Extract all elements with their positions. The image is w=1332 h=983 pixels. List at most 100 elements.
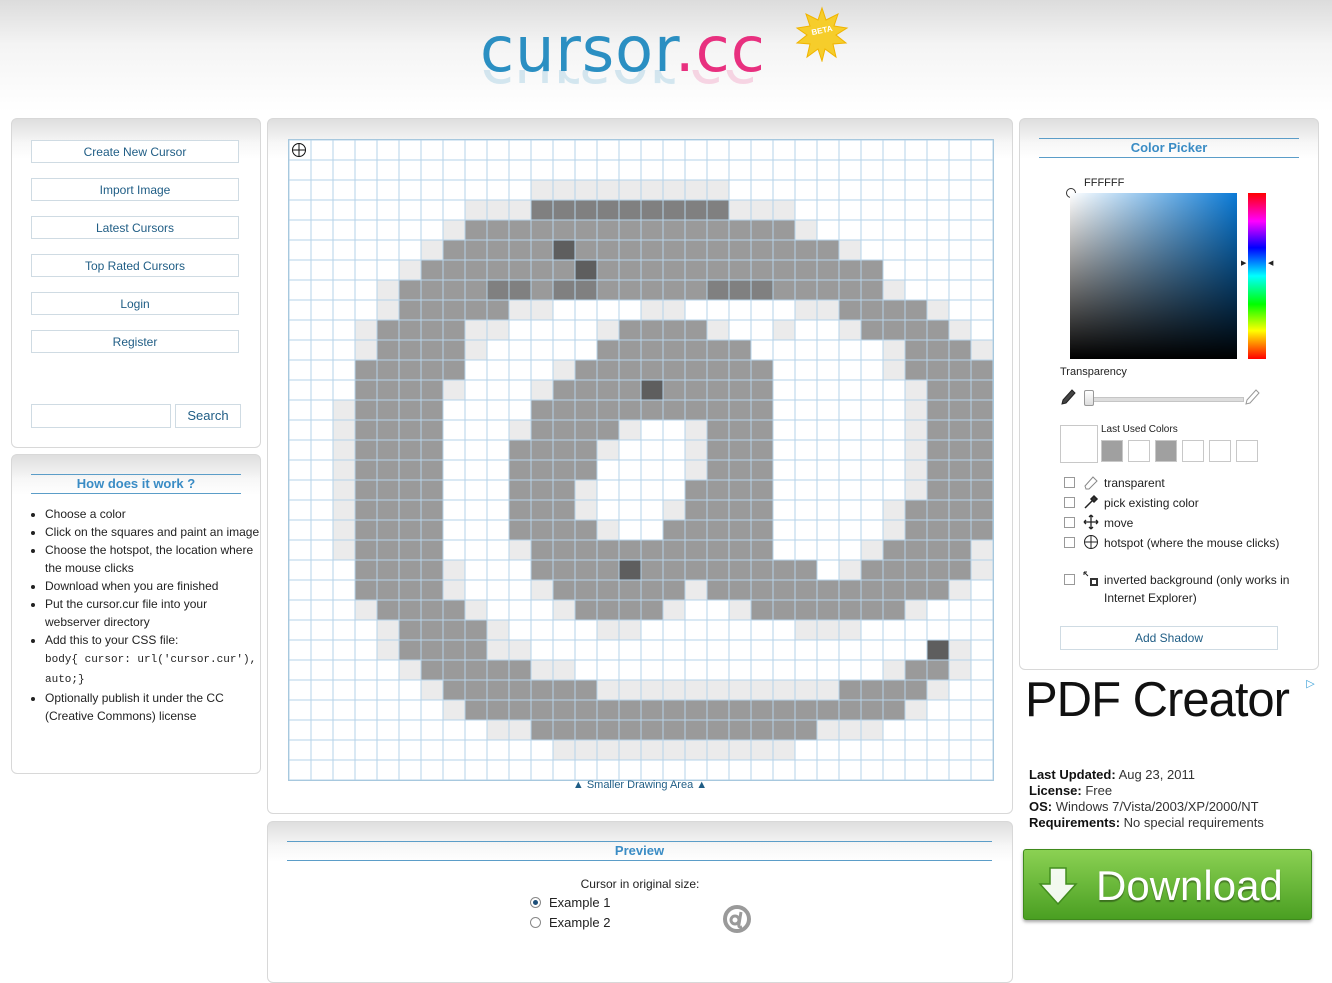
grid-cell[interactable] bbox=[926, 459, 950, 481]
grid-cell[interactable] bbox=[508, 199, 532, 221]
grid-cell[interactable] bbox=[860, 379, 884, 401]
grid-cell[interactable] bbox=[882, 159, 906, 181]
grid-cell[interactable] bbox=[398, 379, 422, 401]
grid-cell[interactable] bbox=[530, 299, 554, 321]
grid-cell[interactable] bbox=[486, 219, 510, 241]
grid-cell[interactable] bbox=[398, 339, 422, 361]
grid-cell[interactable] bbox=[508, 379, 532, 401]
grid-cell[interactable] bbox=[486, 319, 510, 341]
grid-cell[interactable] bbox=[552, 659, 576, 681]
grid-cell[interactable] bbox=[794, 259, 818, 281]
grid-cell[interactable] bbox=[640, 539, 664, 561]
grid-cell[interactable] bbox=[706, 339, 730, 361]
grid-cell[interactable] bbox=[486, 479, 510, 501]
grid-cell[interactable] bbox=[948, 579, 972, 601]
grid-cell[interactable] bbox=[750, 499, 774, 521]
grid-cell[interactable] bbox=[596, 459, 620, 481]
grid-cell[interactable] bbox=[684, 739, 708, 761]
grid-cell[interactable] bbox=[684, 259, 708, 281]
grid-cell[interactable] bbox=[354, 499, 378, 521]
grid-cell[interactable] bbox=[706, 319, 730, 341]
grid-cell[interactable] bbox=[882, 279, 906, 301]
grid-cell[interactable] bbox=[904, 179, 928, 201]
grid-cell[interactable] bbox=[354, 339, 378, 361]
grid-cell[interactable] bbox=[838, 639, 862, 661]
grid-cell[interactable] bbox=[376, 379, 400, 401]
grid-cell[interactable] bbox=[970, 619, 993, 641]
grid-cell[interactable] bbox=[904, 719, 928, 741]
grid-cell[interactable] bbox=[970, 579, 993, 601]
grid-cell[interactable] bbox=[706, 299, 730, 321]
grid-cell[interactable] bbox=[772, 319, 796, 341]
grid-cell[interactable] bbox=[816, 140, 840, 161]
grid-cell[interactable] bbox=[310, 479, 334, 501]
grid-cell[interactable] bbox=[684, 479, 708, 501]
grid-cell[interactable] bbox=[530, 419, 554, 441]
grid-cell[interactable] bbox=[816, 299, 840, 321]
grid-cell[interactable] bbox=[596, 719, 620, 741]
adchoices-icon[interactable]: ▷ bbox=[1304, 678, 1317, 691]
grid-cell[interactable] bbox=[772, 339, 796, 361]
example-2-radio[interactable] bbox=[530, 917, 541, 928]
grid-cell[interactable] bbox=[552, 299, 576, 321]
grid-cell[interactable] bbox=[684, 319, 708, 341]
grid-cell[interactable] bbox=[750, 719, 774, 741]
grid-cell[interactable] bbox=[508, 279, 532, 301]
grid-cell[interactable] bbox=[530, 359, 554, 381]
grid-cell[interactable] bbox=[574, 319, 598, 341]
grid-cell[interactable] bbox=[596, 419, 620, 441]
grid-cell[interactable] bbox=[640, 699, 664, 721]
grid-cell[interactable] bbox=[596, 559, 620, 581]
grid-cell[interactable] bbox=[464, 459, 488, 481]
grid-cell[interactable] bbox=[728, 319, 752, 341]
grid-cell[interactable] bbox=[684, 379, 708, 401]
grid-cell[interactable] bbox=[640, 459, 664, 481]
grid-cell[interactable] bbox=[574, 719, 598, 741]
grid-cell[interactable] bbox=[310, 679, 334, 701]
grid-cell[interactable] bbox=[508, 319, 532, 341]
grid-cell[interactable] bbox=[640, 219, 664, 241]
grid-cell[interactable] bbox=[398, 179, 422, 201]
grid-cell[interactable] bbox=[684, 519, 708, 541]
grid-cell[interactable] bbox=[376, 419, 400, 441]
grid-cell[interactable] bbox=[420, 239, 444, 261]
grid-cell[interactable] bbox=[684, 140, 708, 161]
grid-cell[interactable] bbox=[662, 699, 686, 721]
grid-cell[interactable] bbox=[310, 259, 334, 281]
grid-cell[interactable] bbox=[420, 499, 444, 521]
download-ad-button[interactable]: Download bbox=[1023, 849, 1312, 920]
grid-cell[interactable] bbox=[816, 279, 840, 301]
grid-cell[interactable] bbox=[970, 459, 993, 481]
grid-cell[interactable] bbox=[882, 539, 906, 561]
grid-cell[interactable] bbox=[662, 579, 686, 601]
grid-cell[interactable] bbox=[948, 479, 972, 501]
grid-cell[interactable] bbox=[838, 339, 862, 361]
grid-cell[interactable] bbox=[332, 299, 356, 321]
grid-cell[interactable] bbox=[398, 299, 422, 321]
grid-cell[interactable] bbox=[376, 599, 400, 621]
grid-cell[interactable] bbox=[289, 179, 312, 201]
grid-cell[interactable] bbox=[772, 619, 796, 641]
grid-cell[interactable] bbox=[662, 759, 686, 780]
grid-cell[interactable] bbox=[574, 179, 598, 201]
grid-cell[interactable] bbox=[904, 619, 928, 641]
grid-cell[interactable] bbox=[464, 679, 488, 701]
grid-cell[interactable] bbox=[486, 199, 510, 221]
grid-cell[interactable] bbox=[376, 199, 400, 221]
grid-cell[interactable] bbox=[618, 379, 642, 401]
grid-cell[interactable] bbox=[904, 499, 928, 521]
grid-cell[interactable] bbox=[904, 140, 928, 161]
grid-cell[interactable] bbox=[750, 559, 774, 581]
grid-cell[interactable] bbox=[662, 539, 686, 561]
grid-cell[interactable] bbox=[376, 759, 400, 780]
grid-cell[interactable] bbox=[420, 719, 444, 741]
grid-cell[interactable] bbox=[420, 639, 444, 661]
grid-cell[interactable] bbox=[750, 140, 774, 161]
grid-cell[interactable] bbox=[728, 579, 752, 601]
grid-cell[interactable] bbox=[860, 479, 884, 501]
grid-cell[interactable] bbox=[530, 379, 554, 401]
grid-cell[interactable] bbox=[684, 359, 708, 381]
grid-cell[interactable] bbox=[310, 619, 334, 641]
grid-cell[interactable] bbox=[552, 559, 576, 581]
grid-cell[interactable] bbox=[332, 519, 356, 541]
